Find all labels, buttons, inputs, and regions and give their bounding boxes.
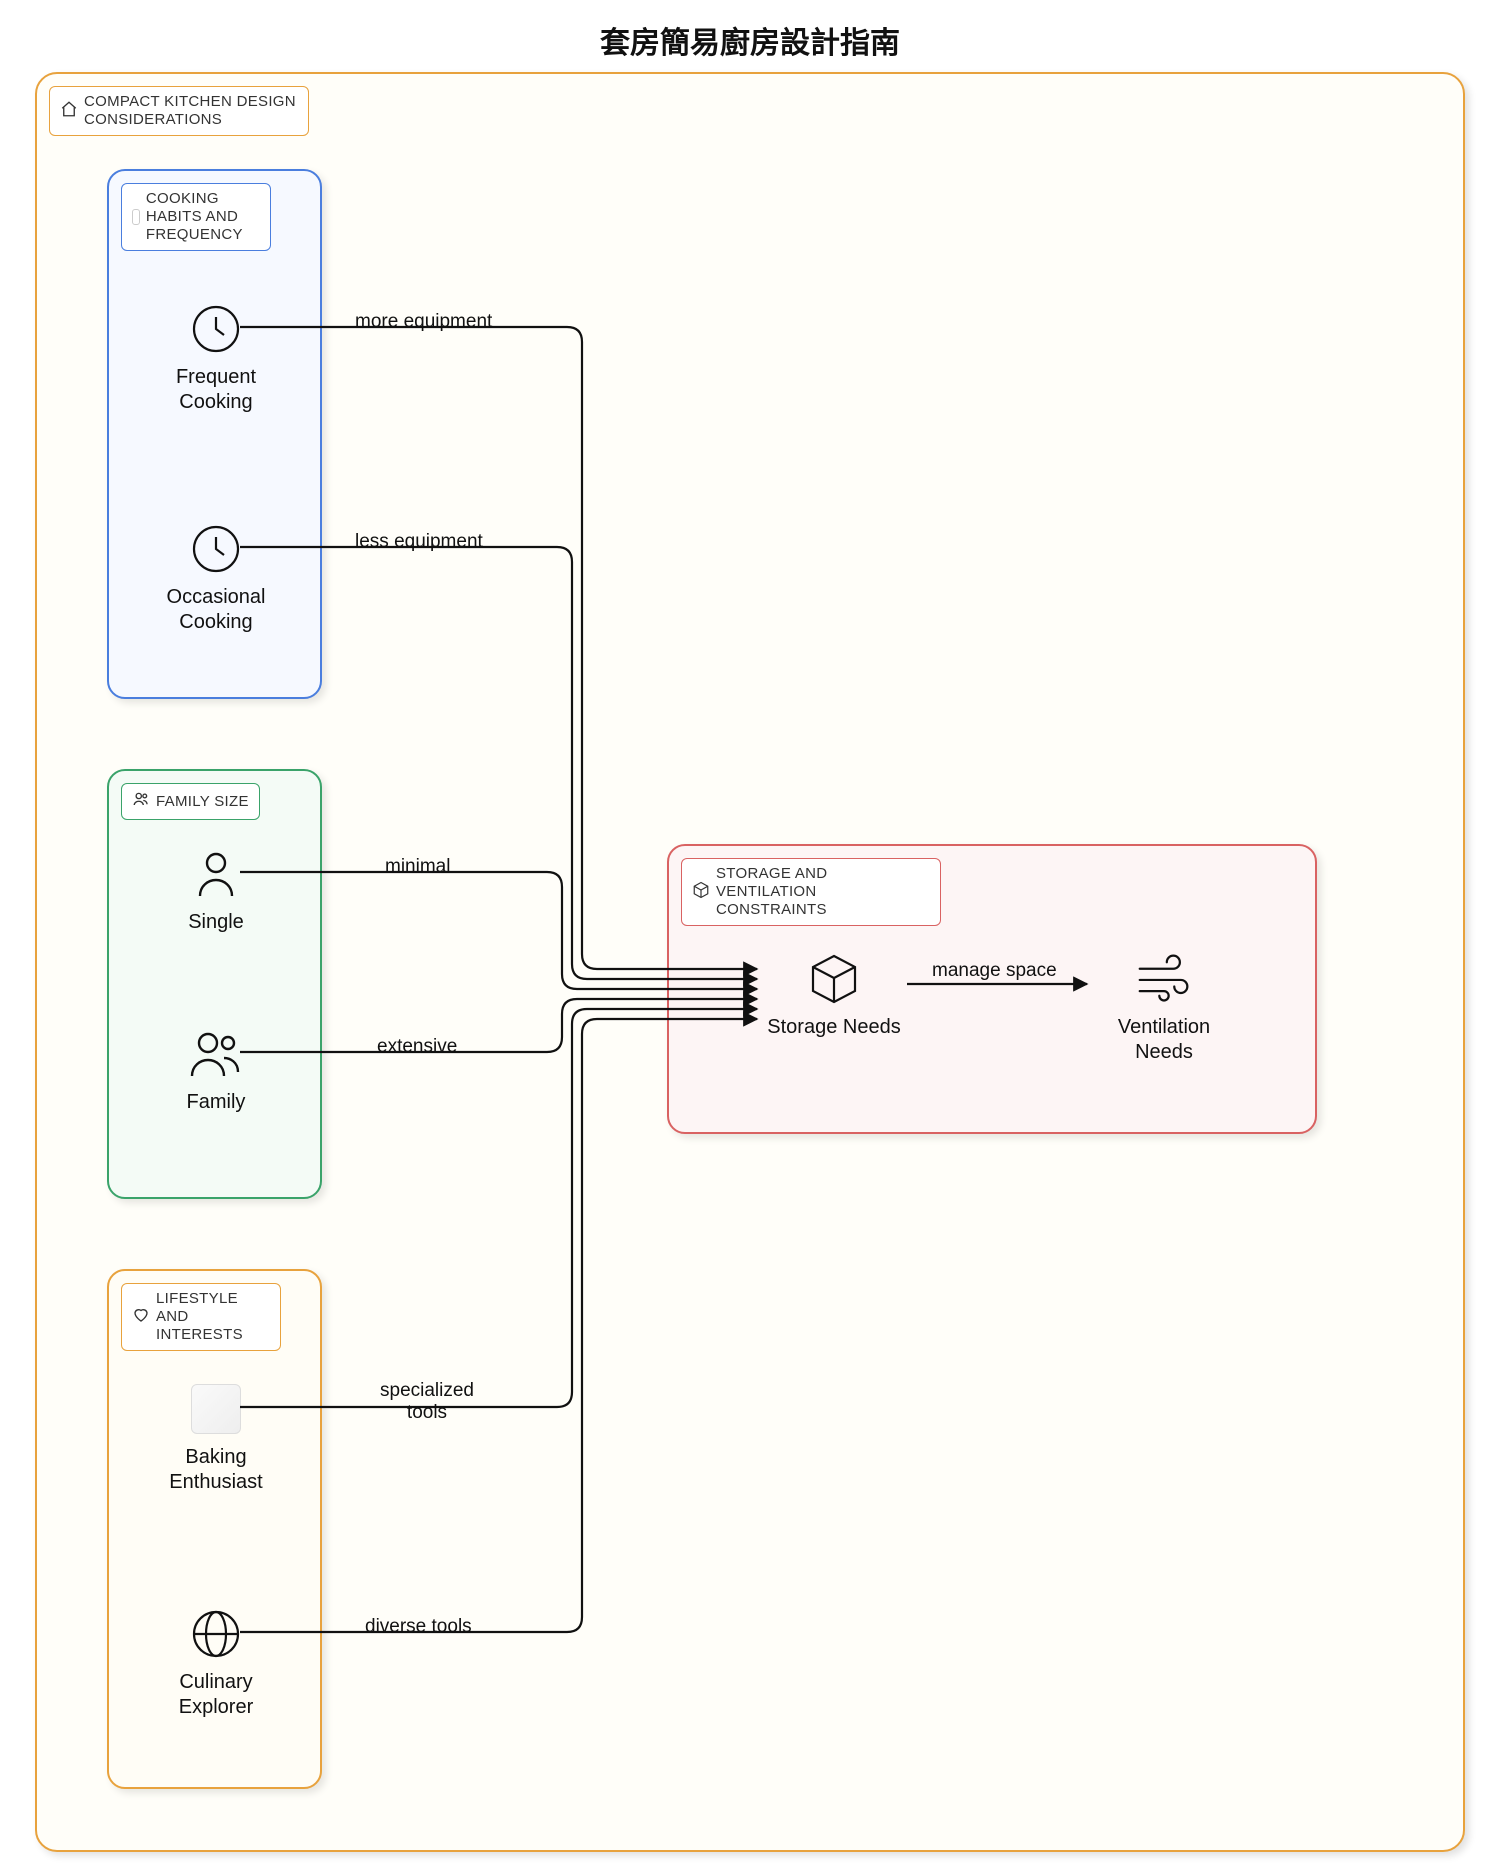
outer-frame: COMPACT KITCHEN DESIGN CONSIDERATIONS CO… [35, 72, 1465, 1852]
group-lifestyle-label: LIFESTYLE AND INTERESTS [121, 1283, 281, 1351]
node-baking: Baking Enthusiast [146, 1381, 286, 1495]
heart-icon [132, 1306, 150, 1329]
home-icon [60, 100, 78, 123]
node-ventilation: Ventilation Needs [1094, 951, 1234, 1065]
label-text: STORAGE AND VENTILATION CONSTRAINTS [716, 865, 930, 919]
node-single: Single [146, 846, 286, 935]
blank-icon [188, 1381, 244, 1437]
group-cooking-habits: COOKING HABITS AND FREQUENCY Frequent Co… [107, 169, 322, 699]
node-label: Single [146, 910, 286, 935]
outer-frame-label: COMPACT KITCHEN DESIGN CONSIDERATIONS [49, 86, 309, 136]
node-label: Occasional Cooking [146, 585, 286, 635]
group-constraints: STORAGE AND VENTILATION CONSTRAINTS Stor… [667, 844, 1317, 1134]
users-icon [132, 790, 150, 813]
group-family-size-label: FAMILY SIZE [121, 783, 260, 820]
edge-more-equipment: more equipment [355, 311, 492, 333]
edge-specialized-tools: specialized tools [367, 1380, 487, 1424]
clock-icon [188, 301, 244, 357]
page: 套房簡易廚房設計指南 COMPACT KITCHEN DESIGN CONSID… [0, 0, 1500, 1869]
node-label: Ventilation Needs [1094, 1015, 1234, 1065]
edge-minimal: minimal [385, 856, 450, 878]
node-family: Family [146, 1026, 286, 1115]
users-icon [188, 1026, 244, 1082]
user-icon [188, 846, 244, 902]
node-frequent-cooking: Frequent Cooking [146, 301, 286, 415]
node-storage: Storage Needs [764, 951, 904, 1040]
group-family-size: FAMILY SIZE Single Family [107, 769, 322, 1199]
edge-diverse-tools: diverse tools [365, 1616, 472, 1638]
wind-icon [1136, 951, 1192, 1007]
globe-icon [188, 1606, 244, 1662]
node-label: Baking Enthusiast [146, 1445, 286, 1495]
cube-icon [692, 881, 710, 904]
blank-icon [132, 209, 140, 225]
outer-frame-label-text: COMPACT KITCHEN DESIGN CONSIDERATIONS [84, 93, 298, 129]
label-text: COOKING HABITS AND FREQUENCY [146, 190, 260, 244]
node-label: Family [146, 1090, 286, 1115]
label-text: FAMILY SIZE [156, 793, 249, 811]
group-cooking-habits-label: COOKING HABITS AND FREQUENCY [121, 183, 271, 251]
node-explorer: Culinary Explorer [146, 1606, 286, 1720]
node-label: Storage Needs [764, 1015, 904, 1040]
cube-icon [806, 951, 862, 1007]
group-constraints-label: STORAGE AND VENTILATION CONSTRAINTS [681, 858, 941, 926]
node-occasional-cooking: Occasional Cooking [146, 521, 286, 635]
node-label: Culinary Explorer [146, 1670, 286, 1720]
page-title: 套房簡易廚房設計指南 [0, 18, 1500, 62]
edge-extensive: extensive [377, 1036, 457, 1058]
group-lifestyle: LIFESTYLE AND INTERESTS Baking Enthusias… [107, 1269, 322, 1789]
edge-manage-space: manage space [932, 960, 1057, 982]
node-label: Frequent Cooking [146, 365, 286, 415]
label-text: LIFESTYLE AND INTERESTS [156, 1290, 270, 1344]
clock-icon [188, 521, 244, 577]
edge-less-equipment: less equipment [355, 531, 483, 553]
